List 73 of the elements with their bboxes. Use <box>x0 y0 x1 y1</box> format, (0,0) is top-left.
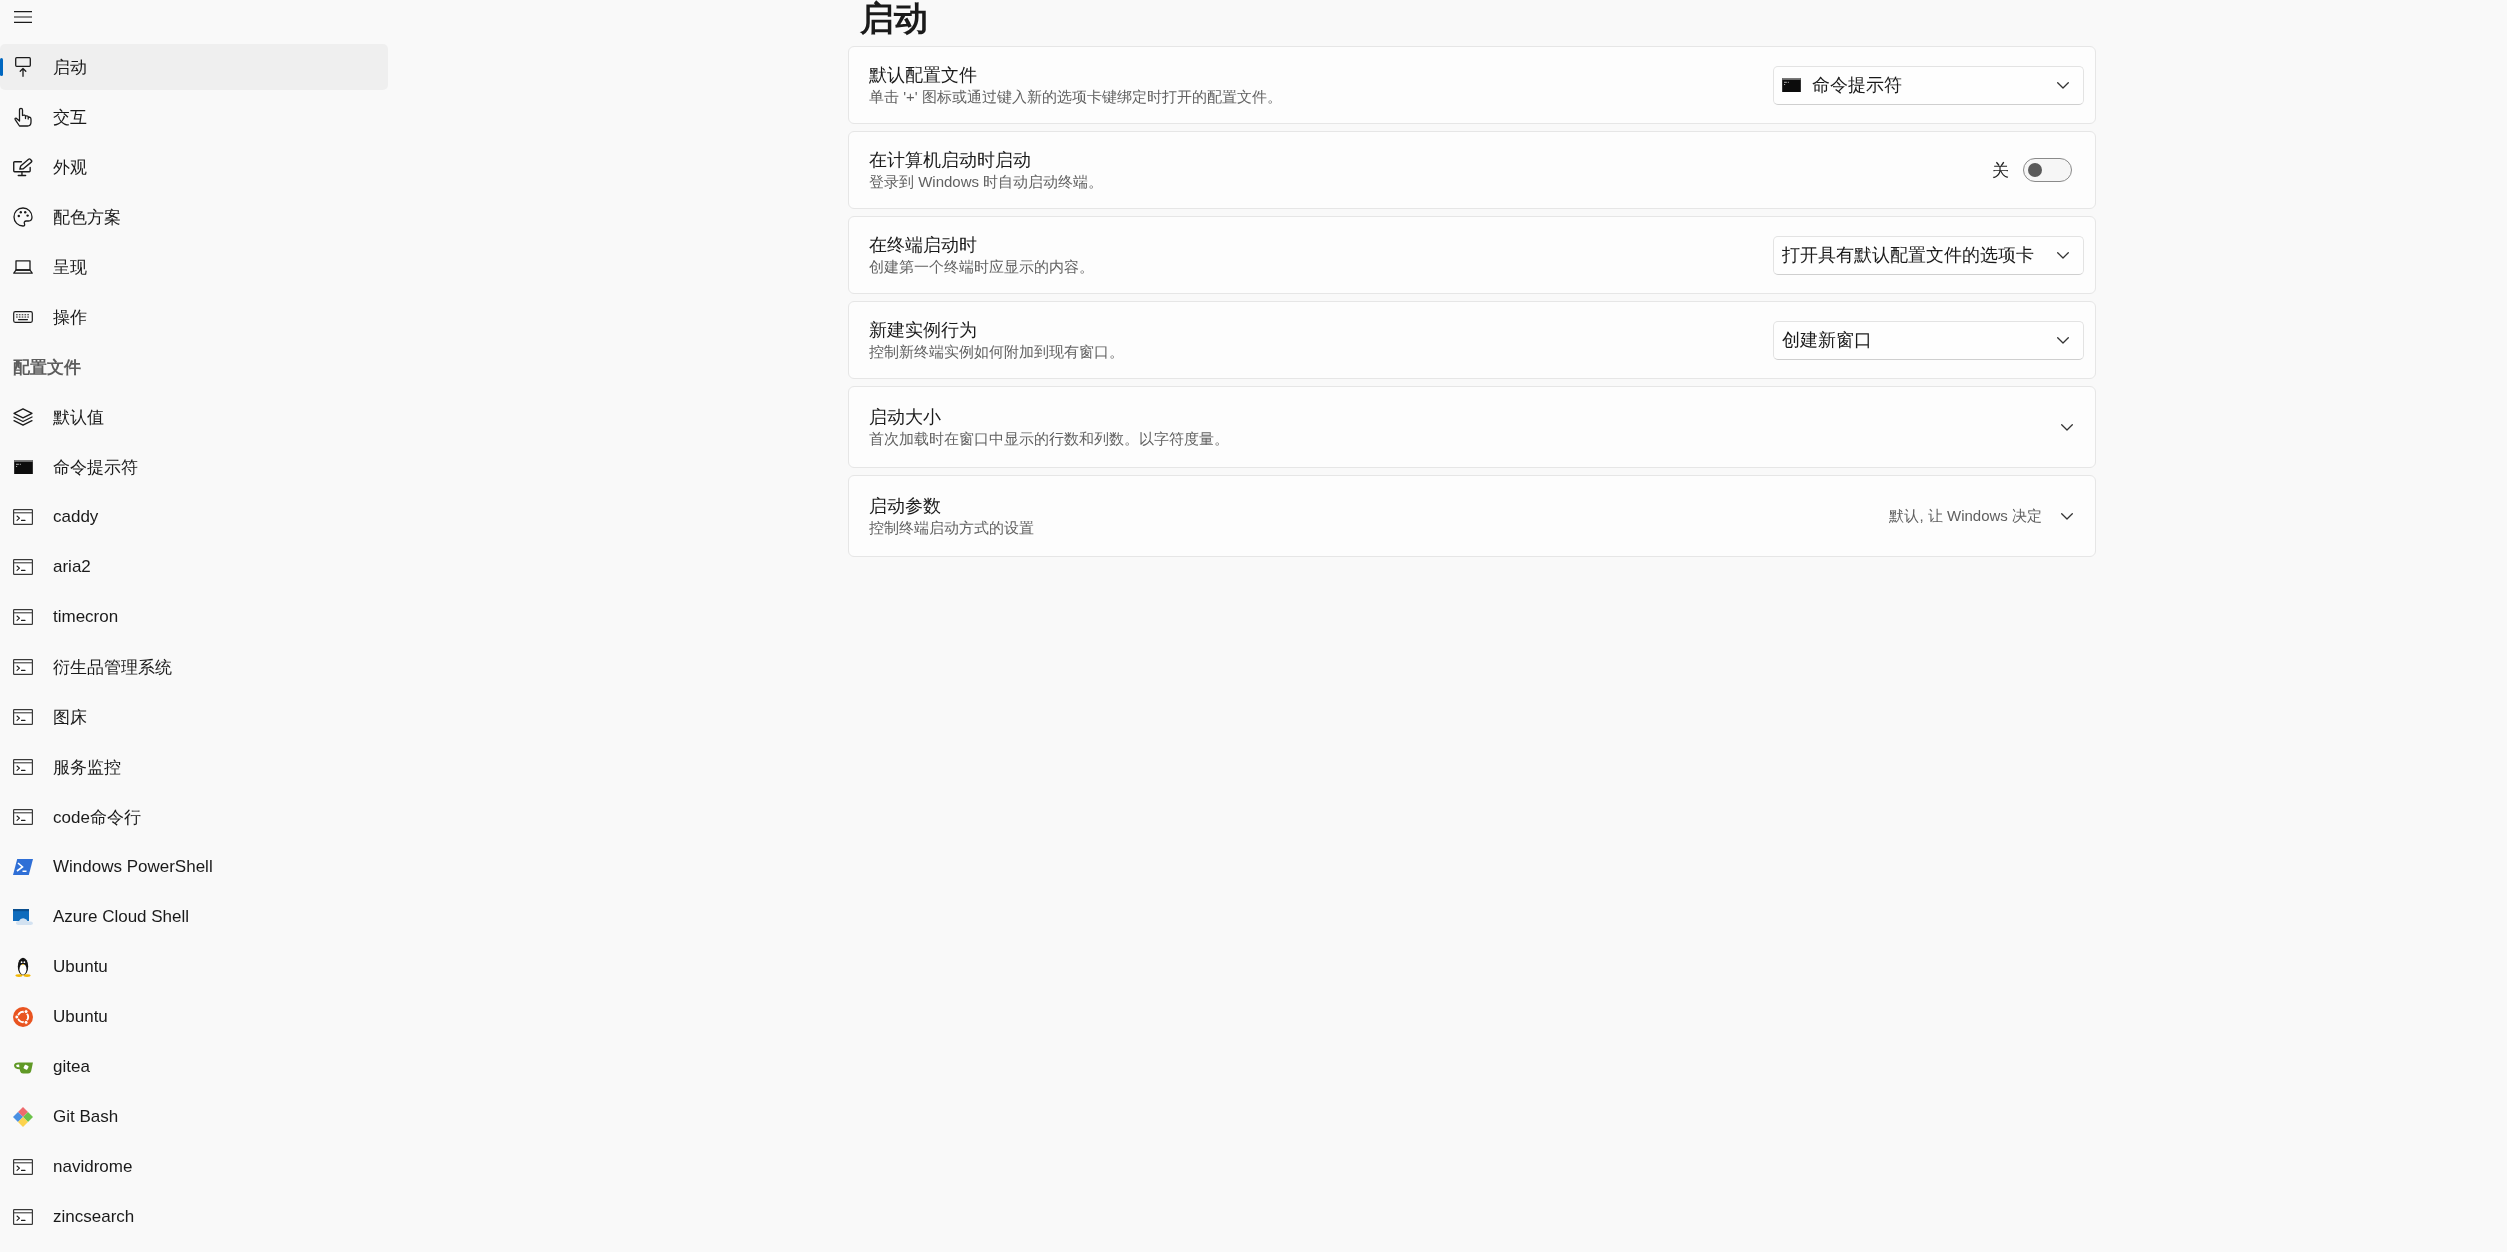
nav-item[interactable]: 外观 <box>0 144 388 190</box>
chevron-down-icon <box>2057 251 2069 259</box>
setting-title: 在计算机启动时启动 <box>869 149 1031 172</box>
setting-title: 启动参数 <box>869 495 941 518</box>
setting-title: 在终端启动时 <box>869 234 977 257</box>
monitor-pen-icon <box>13 157 33 177</box>
setting-description: 单击 '+' 图标或通过键入新的选项卡键绑定时打开的配置文件。 <box>869 87 1282 107</box>
nav-item[interactable]: 呈现 <box>0 244 388 290</box>
profile-item[interactable]: Azure Cloud Shell <box>0 894 388 940</box>
layers-icon <box>13 408 33 426</box>
profile-item[interactable]: 图床 <box>0 694 388 740</box>
profile-item[interactable]: code命令行 <box>0 794 388 840</box>
palette-icon <box>13 207 33 227</box>
console-window-icon <box>13 659 33 675</box>
cloud-window-icon <box>13 909 33 925</box>
nav-item[interactable]: 启动 <box>0 44 388 90</box>
toggle-switch[interactable] <box>2023 158 2072 182</box>
chevron-down-icon <box>2057 81 2069 89</box>
console-window-icon <box>13 509 33 525</box>
console-window-icon <box>13 559 33 575</box>
setting-summary: 默认, 让 Windows 决定 <box>1889 506 2042 526</box>
nav-item[interactable]: 交互 <box>0 94 388 140</box>
profile-item[interactable]: 服务监控 <box>0 744 388 790</box>
ring-dots-icon <box>13 1007 33 1027</box>
profile-item[interactable]: gitea <box>0 1044 388 1090</box>
dropdown[interactable]: 打开具有默认配置文件的选项卡 <box>1773 235 2084 275</box>
profile-item[interactable]: aria2 <box>0 544 388 590</box>
menu-icon <box>14 11 32 23</box>
teacup-icon <box>12 1060 34 1074</box>
profile-item[interactable]: zincsearch <box>0 1194 388 1240</box>
profile-item[interactable]: Git Bash <box>0 1094 388 1140</box>
console-window-icon <box>13 609 33 625</box>
setting-description: 首次加载时在窗口中显示的行数和列数。以字符度量。 <box>869 429 1229 449</box>
nav-item[interactable]: 操作 <box>0 294 388 340</box>
page-title: 启动 <box>859 0 928 36</box>
nav-item[interactable]: 配色方案 <box>0 194 388 240</box>
profile-item[interactable]: navidrome <box>0 1144 388 1190</box>
setting-title: 新建实例行为 <box>869 319 977 342</box>
profile-item[interactable]: 命令提示符 <box>0 444 388 490</box>
prompt-tile-icon <box>13 859 33 875</box>
dropdown[interactable]: 创建新窗口 <box>1773 320 2084 360</box>
setting-description: 控制新终端实例如何附加到现有窗口。 <box>869 342 1124 362</box>
chevron-down-icon[interactable] <box>2061 512 2073 520</box>
keyboard-icon <box>13 311 33 323</box>
setting-description: 控制终端启动方式的设置 <box>869 518 1034 538</box>
console-window-icon <box>13 759 33 775</box>
section-header: 配置文件 <box>12 356 81 379</box>
laptop-icon <box>13 260 33 274</box>
toggle-state-label: 关 <box>1992 159 2009 182</box>
dropdown[interactable]: 命令提示符 <box>1773 65 2084 105</box>
profile-item[interactable]: caddy <box>0 494 388 540</box>
console-window-icon <box>13 1209 33 1225</box>
profile-item[interactable]: Ubuntu <box>0 944 388 990</box>
terminal-icon <box>1782 78 1801 92</box>
console-window-icon <box>13 1159 33 1175</box>
penguin-icon <box>15 957 31 977</box>
console-window-icon <box>13 809 33 825</box>
terminal-icon <box>13 460 33 474</box>
setting-title: 启动大小 <box>869 406 941 429</box>
hand-pointer-icon <box>13 107 33 127</box>
profile-item[interactable]: Windows PowerShell <box>0 844 388 890</box>
setting-title: 默认配置文件 <box>869 64 977 87</box>
profile-item[interactable]: timecron <box>0 594 388 640</box>
setting-description: 登录到 Windows 时自动启动终端。 <box>869 172 1104 192</box>
console-window-icon <box>13 709 33 725</box>
setting-description: 创建第一个终端时应显示的内容。 <box>869 257 1094 277</box>
profile-item[interactable]: Ubuntu <box>0 994 388 1040</box>
profile-item[interactable]: 默认值 <box>0 394 388 440</box>
diamond-icon <box>13 1107 33 1127</box>
profile-item[interactable]: 衍生品管理系统 <box>0 644 388 690</box>
sign-arrow-icon <box>15 57 31 77</box>
chevron-down-icon[interactable] <box>2061 423 2073 431</box>
chevron-down-icon <box>2057 336 2069 344</box>
